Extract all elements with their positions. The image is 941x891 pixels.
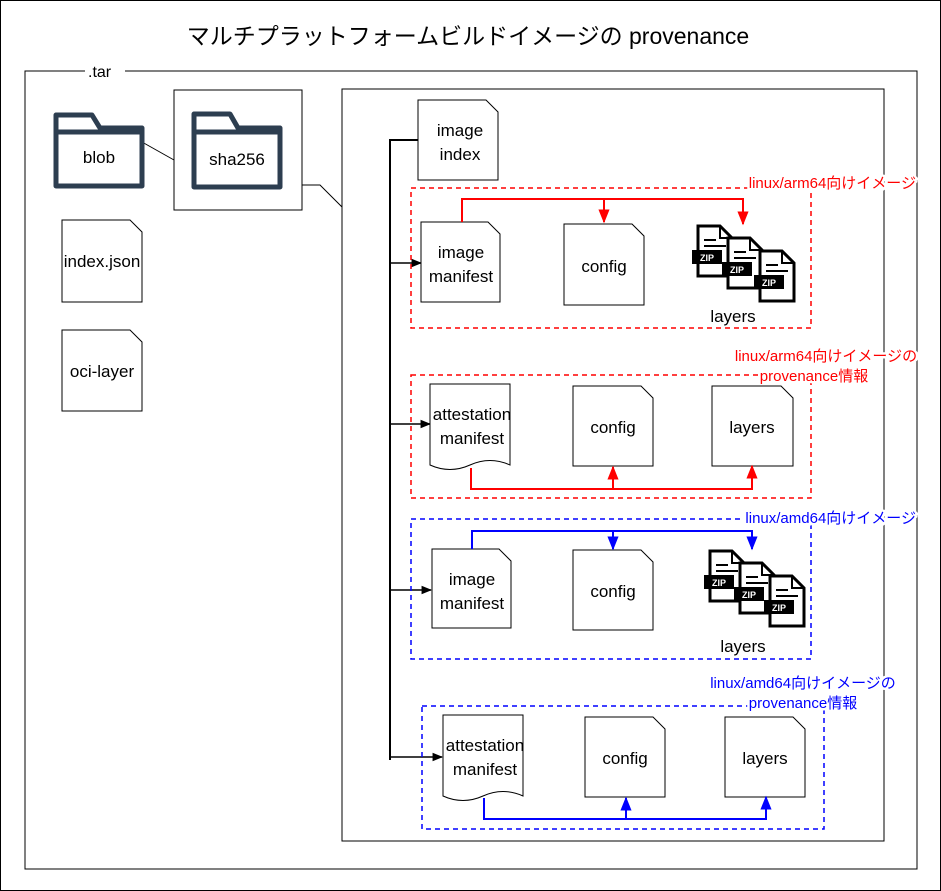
blob-folder[interactable]: blob: [53, 112, 145, 189]
config-label: config: [602, 749, 647, 768]
attestation-manifest-file[interactable]: attestation manifest: [429, 383, 511, 470]
blob-label: blob: [83, 148, 115, 167]
manifest-label-1: attestation: [446, 736, 524, 755]
group-label-line2: provenance情報: [760, 368, 868, 385]
zip-archive-icon: [752, 249, 796, 303]
document-icon: [429, 383, 511, 470]
group-label: linux/arm64向けイメージ: [749, 175, 916, 192]
document-icon: [417, 99, 499, 181]
manifest-label-2: manifest: [440, 594, 505, 613]
index-json-file[interactable]: index.json: [61, 219, 143, 303]
group-label: linux/amd64向けイメージの: [710, 675, 896, 692]
tar-label: .tar: [88, 64, 112, 81]
group-label: linux/arm64向けイメージの: [735, 348, 917, 365]
document-icon: [420, 221, 501, 303]
group-label: linux/amd64向けイメージ: [745, 510, 916, 527]
config-label: config: [581, 257, 626, 276]
image-index-label-2: index: [440, 145, 481, 164]
document-icon: [442, 714, 524, 801]
manifest-label-1: image: [438, 243, 484, 262]
arm64-image-group: linux/arm64向けイメージ image manifest config …: [410, 173, 919, 329]
amd64-image-group: linux/amd64向けイメージ image manifest config …: [410, 508, 919, 660]
zip-archive-icon: [762, 574, 806, 628]
sha256-label: sha256: [209, 150, 265, 169]
arm64-provenance-group: linux/arm64向けイメージの provenance情報 attestat…: [410, 346, 920, 499]
attestation-manifest-file[interactable]: attestation manifest: [442, 714, 524, 801]
manifest-label-2: manifest: [453, 760, 518, 779]
layers-file[interactable]: layers: [724, 716, 806, 798]
config-label: config: [590, 418, 635, 437]
image-index-label-1: image: [437, 121, 483, 140]
image-manifest-file[interactable]: image manifest: [431, 548, 512, 629]
config-file[interactable]: config: [563, 223, 645, 306]
oci-layer-label: oci-layer: [70, 362, 135, 381]
config-label: config: [590, 582, 635, 601]
manifest-label-1: attestation: [433, 405, 511, 424]
layers-file[interactable]: layers: [711, 385, 794, 467]
layers-label: layers: [720, 637, 765, 656]
manifest-label-2: manifest: [429, 267, 494, 286]
group-label-line2: provenance情報: [749, 695, 857, 712]
layers-zip-stack[interactable]: layers: [702, 549, 806, 656]
manifest-label-2: manifest: [440, 429, 505, 448]
layers-label: layers: [710, 307, 755, 326]
config-file[interactable]: config: [572, 385, 654, 467]
layers-label: layers: [742, 749, 787, 768]
image-index-file[interactable]: image index: [417, 99, 499, 181]
index-json-label: index.json: [64, 252, 141, 271]
layers-label: layers: [729, 418, 774, 437]
config-file[interactable]: config: [572, 549, 654, 631]
layers-zip-stack[interactable]: layers: [690, 224, 796, 326]
oci-layer-file[interactable]: oci-layer: [61, 329, 143, 412]
diagram-title: マルチプラットフォームビルドイメージの provenance: [187, 23, 749, 49]
config-file[interactable]: config: [584, 716, 666, 798]
amd64-provenance-group: linux/amd64向けイメージの provenance情報 attestat…: [421, 673, 898, 830]
manifest-label-1: image: [449, 570, 495, 589]
image-manifest-file[interactable]: image manifest: [420, 221, 501, 303]
provenance-diagram: ZIP マルチプラットフォームビルドイメージの provenance .tar …: [24, 23, 920, 870]
